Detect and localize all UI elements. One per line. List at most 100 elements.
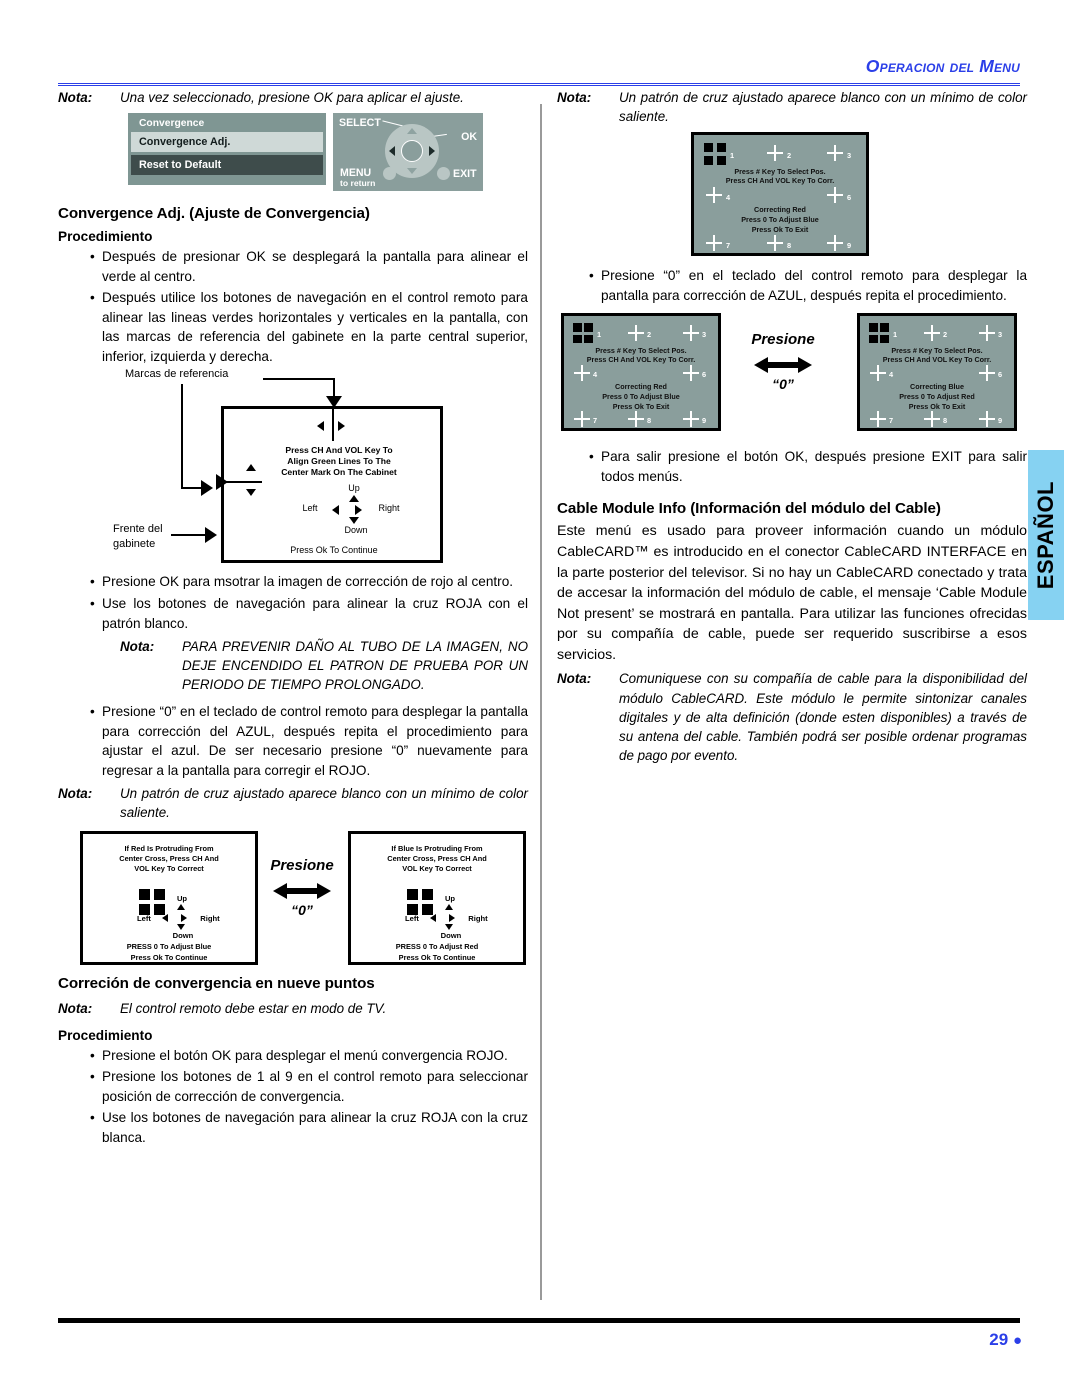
cross-3-icon [827,145,843,162]
left-pointer-icon [216,474,228,491]
note-top-left: Nota: Una vez seleccionado, presione OK … [58,88,528,107]
label-left: Left [302,503,318,514]
cross-2-icon [924,325,940,342]
menu-button-knob[interactable] [383,167,396,181]
bullet-text: Presione “0” en el teclado de control re… [102,704,528,778]
list-item: • Presione “0” en el teclado de control … [58,702,528,780]
dpad-center-ok-button[interactable] [401,140,423,163]
cross-pattern-icon [139,888,165,915]
page-bullet-icon: ● [1012,1332,1022,1349]
note-label: Nota: [557,90,592,105]
nav-left-icon [332,505,339,516]
bullet-list-1: • Después de presionar OK se desplegará … [58,247,528,366]
teal-pair-left-top-2: Press CH And VOL Key To Corr. [586,355,696,365]
cross-9-icon [683,411,699,428]
teal-pair-right-top-2: Press CH And VOL Key To Corr. [882,355,992,365]
note-cross-pattern: Nota: Un patrón de cruz ajustado aparece… [58,784,528,822]
caption-marcas-referencia: Marcas de referencia [125,368,229,381]
note-text: El control remoto debe estar en modo de … [120,1000,387,1016]
left-center-mark [224,481,262,484]
bullet-dot-icon: • [90,1110,95,1126]
nav-up-icon [445,903,453,910]
blue-foot-1: PRESS 0 To Adjust Red [395,941,479,951]
green-screen-box: Press CH And VOL Key To Align Green Line… [216,406,443,564]
cross-6-icon [827,187,843,204]
white-screen-red: If Red Is Protruding From Center Cross, … [80,830,258,965]
teal-msg-mid-2: Press 0 To Adjust Blue [741,215,819,225]
note-label: Nota: [58,90,93,105]
note-text: Una vez seleccionado, presione OK para a… [120,90,464,105]
list-item: • Después utilice los botones de navegac… [58,288,528,366]
cross-4-icon [706,187,722,204]
label-up: Up [176,893,188,903]
pad-menu-sub-label: to return [340,178,376,189]
teal-nine-point-screen: 1 2 3 Press # Key To Select Pos. Press C… [691,132,869,257]
page-title: Operacion del Menu [865,56,1020,76]
cross-9-icon [979,411,995,428]
header-rule [58,83,1020,86]
bullet-dot-icon: • [589,268,594,284]
teal-num-8: 8 [787,241,792,251]
nav-left-icon [430,913,436,922]
nav-right-icon [449,913,455,922]
label-right: Right [378,503,400,514]
bullet-dot-icon: • [90,704,95,720]
column-divider [540,104,542,1300]
right-column: Nota: Un patrón de cruz ajustado aparece… [557,88,1027,771]
caption-frente-1: Frente del [113,523,163,536]
label-up: Up [444,893,456,903]
heading-nine-point: Correción de convergencia en nueve punto… [58,974,375,992]
teal-pair-right-mid-2: Press 0 To Adjust Red [899,392,975,402]
blue-line-1: If Blue Is Protruding From [391,843,483,853]
position-1-marker-icon [869,323,889,344]
blue-foot-2: Press Ok To Continue [398,952,476,962]
bullet-list-right-1: • Presione “0” en el teclado del control… [557,266,1027,305]
presione-key: “0” [772,376,794,393]
teal-num-3: 3 [847,151,852,161]
label-down: Down [172,930,194,940]
osd-item-convergence-adj[interactable]: Convergence Adj. [131,132,323,153]
white-screen-blue: If Blue Is Protruding From Center Cross,… [348,830,526,965]
double-arrow-icon [754,357,812,374]
blue-line-2: Center Cross, Press CH And [387,853,487,863]
blue-line-3: VOL Key To Correct [402,863,472,873]
note-text: Un patrón de cruz ajustado aparece blanc… [619,90,1027,125]
list-item: • Use los botones de navegación para ali… [58,1108,528,1147]
dpad-left-icon[interactable] [389,146,395,157]
exit-button-knob[interactable] [437,167,450,181]
osd-item-reset-to-default[interactable]: Reset to Default [131,155,323,176]
cross-8-icon [924,411,940,428]
page-header: Operacion del Menu [58,56,1020,90]
nav-down-icon [177,923,185,930]
dpad-down-icon[interactable] [407,168,417,175]
cross-pattern-icon [407,888,433,915]
bullet-dot-icon: • [90,249,95,265]
heading-cable-module-info: Cable Module Info (Información del módul… [557,500,941,518]
label-down: Down [344,525,368,536]
leader-v-top [333,378,335,399]
bullet-dot-icon: • [90,1047,95,1063]
arrowhead-right-icon-2 [205,527,217,544]
note-text: PARA PREVENIR DAÑO AL TUBO DE LA IMAGEN,… [182,639,528,693]
bullet-text: Presione “0” en el teclado del control r… [601,268,1027,303]
teal-screen-pair: 1 2 3 Press # Key To Select Pos. Press C… [557,313,1027,441]
dpad-up-icon[interactable] [407,128,417,135]
cross-4-icon [870,365,886,382]
teal-num-9: 9 [847,241,852,251]
nav-down-icon [445,923,453,930]
top-left-arrow-icon [317,421,324,432]
cross-9-icon [827,235,843,252]
cross-6-icon [979,365,995,382]
label-right: Right [468,913,488,923]
note-nine-point: Nota: El control remoto debe estar en mo… [58,999,528,1018]
left-column: Nota: Una vez seleccionado, presione OK … [58,88,528,1149]
cross-8-icon [767,235,783,252]
position-1-marker-icon [573,323,593,344]
note-text: Comuniquese con su compañía de cable par… [619,671,1027,763]
bullet-text: Después de presionar OK se desplegará la… [102,249,528,284]
dpad-right-icon[interactable] [429,146,435,157]
cross-3-icon [979,325,995,342]
teal-num-2: 2 [787,151,792,161]
paragraph-cable-module: Este menú es usado para proveer informac… [557,523,1027,663]
presione-zero-marker-teal: Presione “0” [737,331,829,392]
